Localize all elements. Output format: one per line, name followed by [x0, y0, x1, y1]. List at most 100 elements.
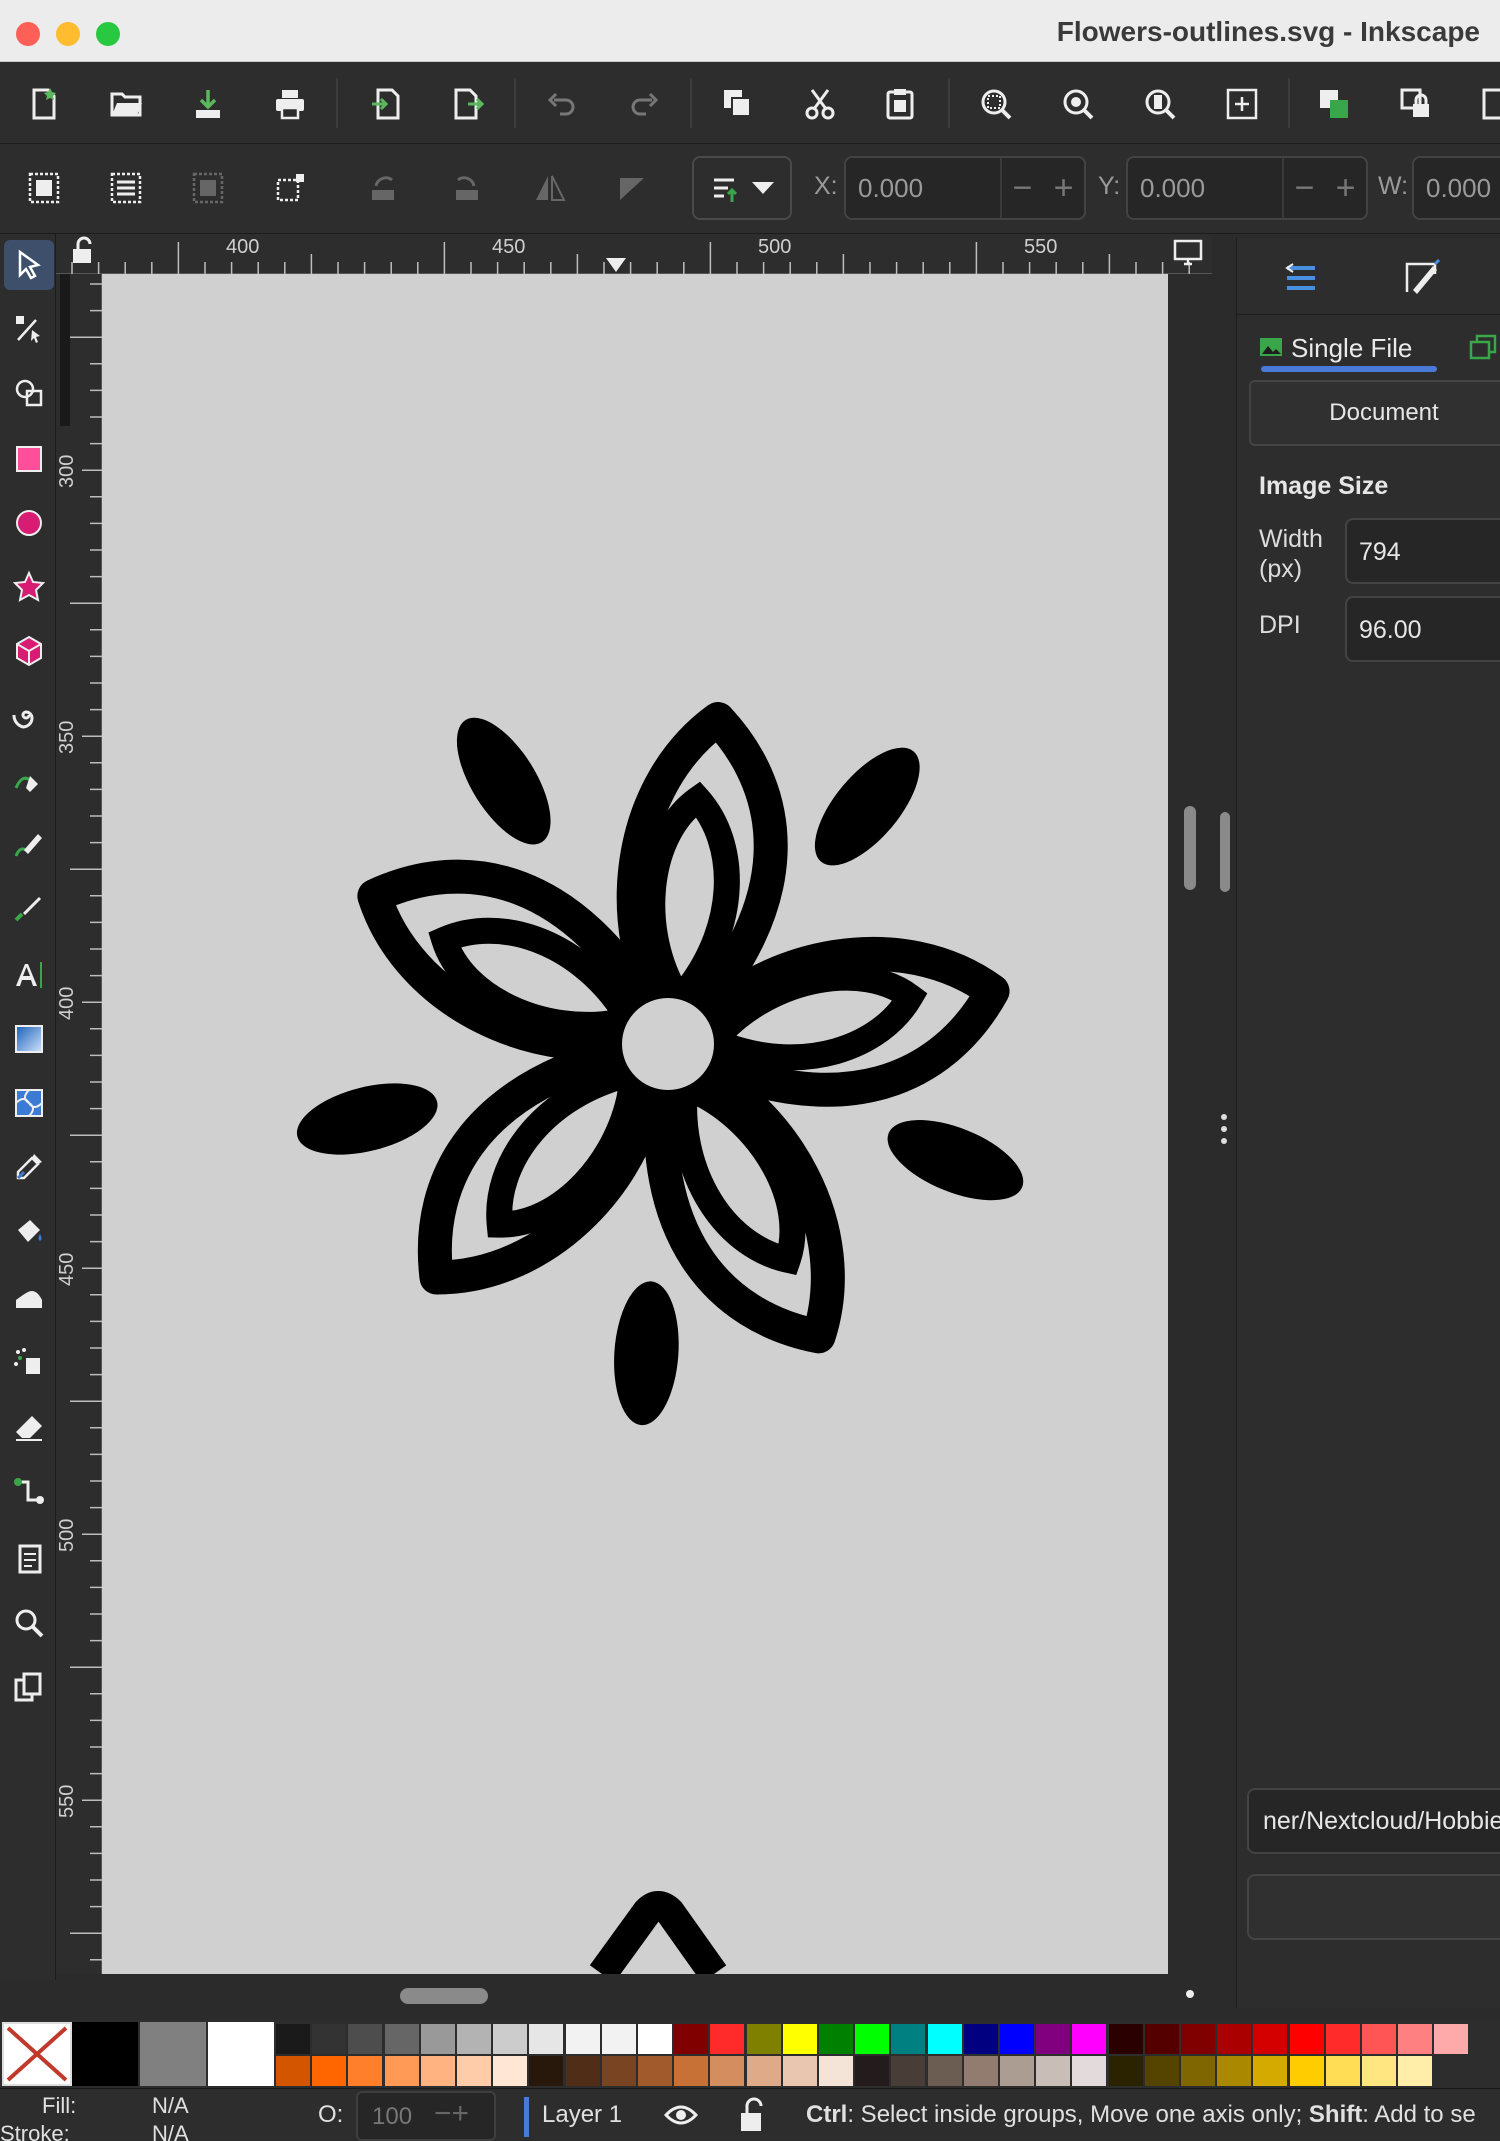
zoom-selection-icon[interactable] [968, 76, 1024, 132]
opacity-field[interactable]: 100 −+ [356, 2091, 496, 2141]
measure-tool[interactable] [4, 1662, 54, 1712]
dock-separator[interactable] [1212, 234, 1236, 2020]
palette-swatch[interactable] [276, 2024, 310, 2054]
palette-swatch[interactable] [1217, 2024, 1252, 2054]
export-path-field[interactable]: ner/Nextcloud/Hobbie [1247, 1788, 1500, 1854]
palette-swatch[interactable] [348, 2024, 383, 2054]
display-mode-icon[interactable] [1172, 238, 1204, 268]
more-icon[interactable] [1470, 76, 1500, 132]
spiral-tool[interactable] [4, 690, 54, 740]
palette-swatch[interactable] [1362, 2056, 1396, 2086]
shape-builder-tool[interactable] [4, 368, 54, 418]
rectangle-tool[interactable] [4, 434, 54, 484]
zoom-center-icon[interactable] [1214, 76, 1270, 132]
fill-value[interactable]: N/A [152, 2093, 189, 2119]
palette-swatch[interactable] [601, 2024, 636, 2054]
width-field[interactable]: 794 [1345, 518, 1500, 584]
undo-icon[interactable] [534, 76, 590, 132]
palette-swatch[interactable] [420, 2024, 455, 2054]
export-button[interactable] [1247, 1874, 1500, 1940]
palette-swatch[interactable] [1036, 2056, 1071, 2086]
3d-box-tool[interactable] [4, 626, 54, 676]
transform-icon[interactable] [262, 160, 318, 216]
palette-swatch[interactable] [1072, 2024, 1107, 2054]
palette-swatch[interactable] [1181, 2024, 1215, 2054]
redo-icon[interactable] [616, 76, 672, 132]
palette-swatch[interactable] [963, 2056, 998, 2086]
stroke-value[interactable]: N/A [152, 2121, 189, 2141]
palette-swatch[interactable] [746, 2056, 781, 2086]
palette-swatch[interactable] [891, 2056, 926, 2086]
rotate-cw-icon[interactable] [438, 160, 494, 216]
palette-swatch[interactable] [312, 2056, 347, 2086]
minimize-window-button[interactable] [56, 22, 80, 46]
tweak-tool[interactable] [4, 1272, 54, 1322]
pages-tool[interactable] [4, 1534, 54, 1584]
palette-swatch[interactable] [710, 2024, 745, 2054]
eye-icon[interactable] [664, 2101, 698, 2129]
palette-swatch[interactable] [1181, 2056, 1215, 2086]
raise-icon[interactable] [1306, 76, 1362, 132]
cut-icon[interactable] [792, 76, 848, 132]
import-icon[interactable] [358, 76, 414, 132]
palette-swatch[interactable] [782, 2024, 817, 2054]
lock-guides-icon[interactable] [70, 236, 96, 266]
palette-swatch[interactable] [1144, 2056, 1179, 2086]
palette-swatch[interactable] [312, 2024, 347, 2054]
palette-swatch[interactable] [565, 2024, 600, 2054]
palette-swatch[interactable] [855, 2024, 890, 2054]
unlock-icon[interactable] [738, 2097, 766, 2133]
palette-swatch[interactable] [1325, 2024, 1360, 2054]
tab-single-file[interactable]: Single File [1259, 326, 1439, 370]
palette-swatch[interactable] [529, 2056, 564, 2086]
rotate-ccw-icon[interactable] [356, 160, 412, 216]
flip-horizontal-icon[interactable] [522, 160, 578, 216]
palette-swatch[interactable] [1434, 2024, 1469, 2054]
palette-swatch[interactable] [1072, 2056, 1107, 2086]
document-page[interactable] [102, 274, 1168, 1974]
deselect-icon[interactable] [180, 160, 236, 216]
horizontal-scroll-thumb[interactable] [400, 1988, 488, 2004]
canvas-vscroll-thumb[interactable] [1220, 812, 1230, 892]
current-layer[interactable]: Layer 1 [542, 2101, 622, 2129]
palette-swatch[interactable] [891, 2024, 926, 2054]
palette-swatch[interactable] [638, 2024, 672, 2054]
palette-swatch[interactable] [529, 2024, 564, 2054]
palette-swatch[interactable] [384, 2056, 419, 2086]
palette-swatch[interactable] [565, 2056, 600, 2086]
close-window-button[interactable] [16, 22, 40, 46]
y-field[interactable]: −+ [1126, 156, 1368, 220]
palette-swatch[interactable] [1108, 2056, 1143, 2086]
palette-swatch[interactable] [638, 2056, 672, 2086]
palette-swatch[interactable] [420, 2056, 455, 2086]
gradient-tool[interactable] [4, 1014, 54, 1064]
layers-tab-icon[interactable] [1279, 256, 1323, 300]
palette-swatch[interactable] [601, 2056, 636, 2086]
palette-swatch[interactable] [746, 2024, 781, 2054]
palette-swatch[interactable] [1253, 2056, 1288, 2086]
gray-swatch[interactable] [140, 2022, 206, 2086]
export-icon[interactable] [440, 76, 496, 132]
duplicate-icon[interactable] [710, 76, 766, 132]
text-tool[interactable] [4, 950, 54, 1000]
palette-swatch[interactable] [1362, 2024, 1396, 2054]
batch-export-tab-icon[interactable] [1469, 334, 1497, 360]
document-area-button[interactable]: Document [1249, 380, 1500, 446]
palette-swatch[interactable] [493, 2056, 528, 2086]
palette-swatch[interactable] [927, 2024, 962, 2054]
palette-swatch[interactable] [1144, 2024, 1179, 2054]
selector-tool[interactable] [4, 240, 54, 290]
new-document-icon[interactable] [16, 76, 72, 132]
paste-icon[interactable] [872, 76, 928, 132]
w-field[interactable] [1412, 156, 1500, 220]
palette-swatch[interactable] [1325, 2056, 1360, 2086]
palette-swatch[interactable] [963, 2024, 998, 2054]
open-icon[interactable] [98, 76, 154, 132]
pencil-tool[interactable] [4, 820, 54, 870]
palette-swatch[interactable] [710, 2056, 745, 2086]
calligraphy-tool[interactable] [4, 884, 54, 934]
ellipse-tool[interactable] [4, 498, 54, 548]
palette-swatch[interactable] [927, 2056, 962, 2086]
palette-swatch[interactable] [1108, 2024, 1143, 2054]
canvas[interactable] [102, 274, 1212, 1974]
